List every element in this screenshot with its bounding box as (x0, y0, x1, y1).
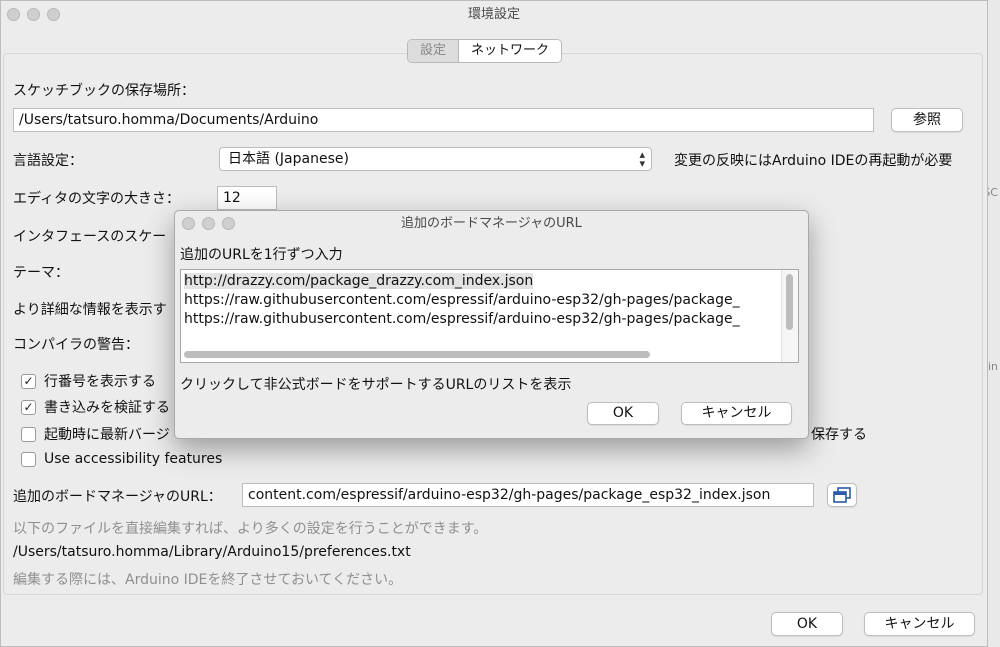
compiler-warnings-label: コンパイラの警告： (13, 337, 139, 353)
unofficial-boards-link[interactable]: クリックして非公式ボードをサポートするURLのリストを表示 (180, 374, 571, 394)
sketchbook-path-input[interactable]: /Users/tatsuro.homma/Documents/Arduino (13, 108, 874, 132)
zoom-window-button[interactable] (47, 8, 60, 21)
url-list-textarea[interactable]: http://drazzy.com/package_drazzy.com_ind… (180, 269, 799, 363)
checkbox-box (21, 426, 36, 442)
close-ide-note: 編集する際には、Arduino IDEを終了させておいてください。 (13, 572, 403, 588)
interface-scale-label: インタフェースのスケー (13, 229, 167, 245)
window-title: 環境設定 (467, 7, 520, 22)
minimize-window-button[interactable] (27, 8, 40, 21)
checkbox-label: 書き込みを検証する (44, 400, 170, 416)
vertical-scrollbar[interactable] (786, 274, 793, 330)
dialog-window-controls (182, 217, 235, 230)
language-select[interactable]: 日本語 (Japanese) ▴ ▾ (219, 147, 652, 171)
url-line: http://drazzy.com/package_drazzy.com_ind… (184, 273, 534, 289)
dialog-ok-button[interactable]: OK (587, 402, 659, 425)
window-titlebar: 環境設定 (1, 1, 987, 29)
dialog-cancel-button[interactable]: キャンセル (681, 402, 792, 425)
board-manager-urls-label: 追加のボードマネージャのURL： (13, 489, 222, 505)
url-line: https://raw.githubusercontent.com/espres… (184, 292, 740, 308)
editor-font-size-input[interactable]: 12 (217, 186, 277, 210)
more-settings-note: 以下のファイルを直接編集すれば、より多くの設定を行うことができます。 (13, 521, 488, 537)
accessibility-features-checkbox[interactable]: Use accessibility features (21, 451, 222, 467)
ok-button[interactable]: OK (771, 612, 843, 636)
board-manager-urls-input[interactable]: content.com/espressif/arduino-esp32/gh-p… (242, 483, 814, 507)
dialog-close-button[interactable] (182, 217, 195, 230)
tab-settings[interactable]: 設定 (408, 40, 460, 62)
checkbox-label: 行番号を表示する (44, 374, 156, 390)
tab-network[interactable]: ネットワーク (459, 40, 562, 62)
background-text-fragment: in (987, 360, 998, 373)
browse-button[interactable]: 参照 (891, 108, 963, 132)
dialog-minimize-button[interactable] (202, 217, 215, 230)
sketchbook-location-label: スケッチブックの保存場所： (13, 83, 195, 99)
show-line-numbers-checkbox[interactable]: ✓ 行番号を表示する (21, 371, 156, 391)
chevron-updown-icon: ▴ ▾ (639, 148, 645, 170)
checkbox-box (21, 451, 36, 467)
verbose-output-label: より詳細な情報を表示す (13, 302, 167, 318)
checkbox-label: Use accessibility features (44, 451, 223, 467)
check-updates-checkbox[interactable]: 起動時に最新バージ (21, 424, 170, 444)
dialog-zoom-button[interactable] (222, 217, 235, 230)
dialog-title: 追加のボードマネージャのURL (401, 216, 582, 231)
dialog-titlebar: 追加のボードマネージャのURL (175, 211, 808, 237)
checkmark-icon: ✓ (21, 399, 36, 415)
checkbox-label: 起動時に最新バージ (44, 427, 170, 443)
editor-font-size-label: エディタの文字の大きさ： (13, 191, 181, 207)
cancel-button[interactable]: キャンセル (864, 612, 975, 636)
window-controls (7, 8, 60, 21)
theme-label: テーマ： (13, 265, 69, 281)
url-line: https://raw.githubusercontent.com/espres… (184, 311, 740, 327)
close-window-button[interactable] (7, 8, 20, 21)
language-label: 言語設定： (13, 153, 83, 169)
board-manager-urls-value: content.com/espressif/arduino-esp32/gh-p… (248, 487, 771, 503)
dialog-instruction: 追加のURLを1行ずつ入力 (180, 247, 343, 263)
save-option-label: 保存する (811, 427, 867, 443)
preferences-file-path: /Users/tatsuro.homma/Library/Arduino15/p… (13, 544, 411, 560)
board-urls-dialog: 追加のボードマネージャのURL 追加のURLを1行ずつ入力 http://dra… (174, 210, 809, 439)
language-select-value: 日本語 (Japanese) (228, 151, 349, 167)
verify-upload-checkbox[interactable]: ✓ 書き込みを検証する (21, 397, 170, 417)
window-stack-icon (833, 487, 851, 503)
restart-required-note: 変更の反映にはArduino IDEの再起動が必要 (674, 153, 953, 169)
preferences-tabs: 設定 ネットワーク (407, 39, 563, 63)
open-url-list-button[interactable] (827, 483, 857, 507)
checkmark-icon: ✓ (21, 373, 36, 389)
horizontal-scrollbar[interactable] (184, 351, 650, 358)
